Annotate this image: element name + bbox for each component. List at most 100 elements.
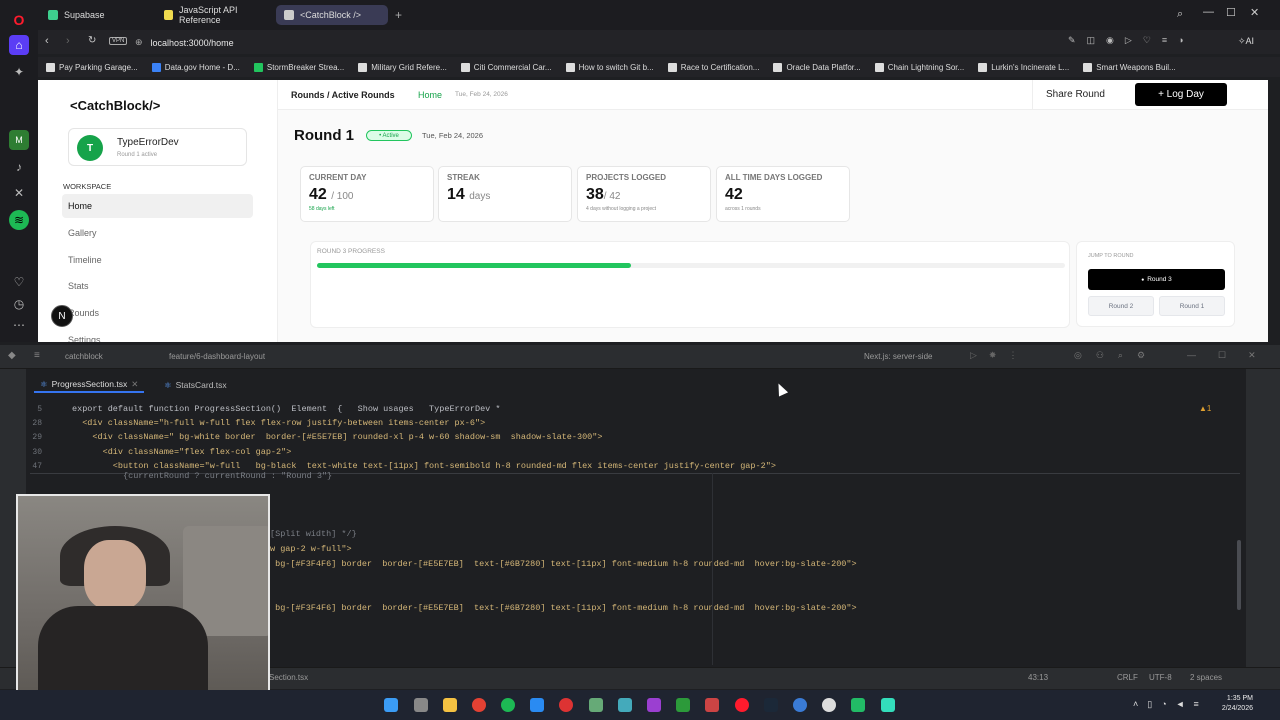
run-actions-icon[interactable]: ▷✸⋮ bbox=[970, 350, 1029, 361]
code-line[interactable]: <div className="flex flex-col gap-2"> bbox=[72, 447, 292, 457]
bookmark-item[interactable]: Citi Commercial Car... bbox=[460, 62, 552, 72]
jump-round-1-button[interactable]: Round 1 bbox=[1159, 296, 1225, 316]
sidebar-item-rounds[interactable]: Rounds bbox=[62, 301, 253, 325]
code-line[interactable]: <button className="w-full bg-black text-… bbox=[72, 461, 776, 471]
code-line[interactable]: [Split width] */} bbox=[270, 529, 357, 539]
tab-supabase[interactable]: Supabase bbox=[40, 5, 155, 25]
heart-icon[interactable]: ♡ bbox=[9, 272, 29, 292]
github-icon[interactable] bbox=[822, 698, 836, 712]
gmail-icon[interactable]: M bbox=[9, 130, 29, 150]
opera-logo-icon[interactable]: O bbox=[9, 10, 29, 30]
code-line[interactable]: w gap-2 w-full"> bbox=[270, 544, 352, 554]
bookmark-item[interactable]: Military Grid Refere... bbox=[358, 62, 447, 72]
reload-icon[interactable]: ↻ bbox=[88, 35, 96, 46]
vpn-badge[interactable]: VPN bbox=[109, 37, 128, 45]
bookmark-star-icon[interactable]: ✦ bbox=[9, 62, 29, 82]
app-menu-icon[interactable]: ◆ bbox=[8, 350, 16, 361]
app-icon[interactable] bbox=[793, 698, 807, 712]
app-icon[interactable] bbox=[851, 698, 865, 712]
code-line[interactable]: export default function ProgressSection(… bbox=[72, 404, 500, 414]
tiktok-icon[interactable]: ♪ bbox=[9, 157, 29, 177]
tab-stats-card[interactable]: ⚛ StatsCard.tsx bbox=[158, 377, 233, 393]
more-icon[interactable]: ⋯ bbox=[9, 315, 29, 335]
code-line[interactable]: <div className="h-full w-full flex flex-… bbox=[72, 418, 485, 428]
minimize-icon[interactable]: — bbox=[1203, 6, 1214, 18]
bookmark-item[interactable]: Chain Lightning Sor... bbox=[874, 62, 964, 72]
sidebar-item-timeline[interactable]: Timeline bbox=[62, 248, 253, 272]
tab-catchblock[interactable]: <CatchBlock /> bbox=[276, 5, 388, 25]
app-icon[interactable] bbox=[618, 698, 632, 712]
steam-icon[interactable] bbox=[764, 698, 778, 712]
breadcrumb[interactable]: Rounds / Active Rounds bbox=[291, 90, 395, 100]
code-line[interactable]: bg-[#F3F4F6] border border-[#E5E7EB] tex… bbox=[270, 559, 857, 569]
code-line[interactable]: <div className=" bg-white border border-… bbox=[72, 432, 602, 442]
app-logo[interactable]: <CatchBlock/> bbox=[70, 98, 160, 113]
nextjs-dev-badge[interactable]: N bbox=[51, 305, 73, 327]
bookmark-item[interactable]: Lurkin's Incinerate L... bbox=[978, 62, 1069, 72]
chrome-icon[interactable] bbox=[472, 698, 486, 712]
bookmark-item[interactable]: Data.gov Home - D... bbox=[151, 62, 240, 72]
sidebar-item-stats[interactable]: Stats bbox=[62, 274, 253, 298]
close-tab-icon[interactable]: ✕ bbox=[131, 379, 138, 390]
clock[interactable]: 1:35 PM 2/24/2026 bbox=[1207, 694, 1253, 714]
tray-icons[interactable]: ˄▯◔◄≡ bbox=[1133, 699, 1208, 710]
x-icon[interactable]: ✕ bbox=[9, 183, 29, 203]
project-name[interactable]: catchblock bbox=[65, 352, 103, 361]
opera-taskbar-icon[interactable] bbox=[735, 698, 749, 712]
maximize-icon[interactable]: ☐ bbox=[1226, 6, 1236, 19]
bookmark-item[interactable]: Race to Certification... bbox=[667, 62, 759, 72]
task-view-icon[interactable] bbox=[414, 698, 428, 712]
tab-progress-section[interactable]: ⚛ ProgressSection.tsx ✕ bbox=[34, 377, 145, 393]
app-icon[interactable] bbox=[559, 698, 573, 712]
ide-window-controls-icon[interactable]: —☐✕ bbox=[1187, 350, 1278, 361]
ai-button[interactable]: ✧AI bbox=[1238, 36, 1254, 47]
sidebar-item-home[interactable]: Home bbox=[62, 194, 253, 218]
breadcrumb-home[interactable]: Home bbox=[418, 90, 442, 100]
status-indent[interactable]: 2 spaces bbox=[1190, 673, 1222, 682]
spotify-taskbar-icon[interactable] bbox=[501, 698, 515, 712]
home-icon[interactable]: ⌂ bbox=[9, 35, 29, 55]
address-actions-icon[interactable]: ✎◫◉▷♡≡◑ bbox=[1068, 35, 1195, 46]
log-day-button[interactable]: + Log Day bbox=[1135, 83, 1227, 106]
calculator-icon[interactable] bbox=[589, 698, 603, 712]
site-info-icon[interactable]: ⊕ bbox=[135, 37, 143, 48]
close-window-icon[interactable]: ✕ bbox=[1250, 6, 1259, 19]
sidebar-item-settings[interactable]: Settings bbox=[62, 328, 253, 342]
file-explorer-icon[interactable] bbox=[443, 698, 457, 712]
branch-name[interactable]: feature/6-dashboard-layout bbox=[169, 352, 265, 361]
status-line-ending[interactable]: CRLF bbox=[1117, 673, 1138, 682]
new-tab-button[interactable]: + bbox=[392, 5, 408, 25]
warning-count[interactable]: ▲1 bbox=[1199, 404, 1211, 413]
start-icon[interactable] bbox=[384, 698, 398, 712]
bookmark-item[interactable]: How to switch Git b... bbox=[565, 62, 654, 72]
vscode-icon[interactable] bbox=[530, 698, 544, 712]
forward-icon[interactable]: › bbox=[66, 35, 70, 47]
history-icon[interactable]: ◷ bbox=[9, 294, 29, 314]
spotify-icon[interactable]: ≋ bbox=[9, 210, 29, 230]
bookmark-item[interactable]: Pay Parking Garage... bbox=[46, 62, 138, 72]
bookmark-item[interactable]: Oracle Data Platfor... bbox=[773, 62, 861, 72]
run-config[interactable]: Next.js: server-side bbox=[864, 352, 932, 361]
back-icon[interactable]: ‹ bbox=[45, 35, 49, 47]
app-icon[interactable] bbox=[676, 698, 690, 712]
bookmark-item[interactable]: Smart Weapons Buil... bbox=[1083, 62, 1176, 72]
jump-round-3-button[interactable]: ● Round 3 bbox=[1088, 269, 1225, 290]
hamburger-icon[interactable]: ≡ bbox=[34, 350, 40, 361]
app-icon[interactable] bbox=[881, 698, 895, 712]
status-file[interactable]: Section.tsx bbox=[269, 673, 308, 682]
app-icon[interactable] bbox=[705, 698, 719, 712]
ide-tools-icon[interactable]: ◎⚇⌕⚙ bbox=[1074, 350, 1159, 361]
code-line[interactable]: bg-[#F3F4F6] border border-[#E5E7EB] tex… bbox=[270, 603, 857, 613]
sidebar-item-gallery[interactable]: Gallery bbox=[62, 221, 253, 245]
status-encoding[interactable]: UTF-8 bbox=[1149, 673, 1172, 682]
app-icon[interactable] bbox=[647, 698, 661, 712]
user-card[interactable]: T TypeErrorDev Round 1 active bbox=[68, 128, 247, 166]
editor-scrollbar[interactable] bbox=[1237, 540, 1241, 610]
url-field[interactable]: ⊕ localhost:3000/home bbox=[135, 34, 1165, 51]
code-line[interactable]: {currentRound ? currentRound : "Round 3"… bbox=[72, 471, 332, 481]
status-position[interactable]: 43:13 bbox=[1028, 673, 1048, 682]
search-tabs-icon[interactable]: ⌕ bbox=[1177, 8, 1183, 21]
share-round-button[interactable]: Share Round bbox=[1046, 89, 1105, 100]
tab-js-reference[interactable]: JavaScript API Reference bbox=[156, 5, 271, 25]
jump-round-2-button[interactable]: Round 2 bbox=[1088, 296, 1154, 316]
